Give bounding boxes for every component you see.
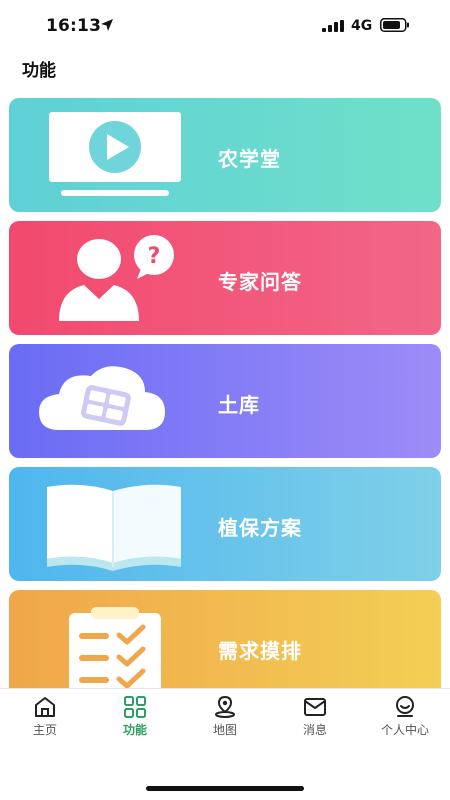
home-icon	[35, 697, 55, 717]
bottom-tab-bar: 主页 功能 地图 消息 个人中心	[0, 688, 450, 800]
mail-icon	[304, 698, 326, 716]
tab-label: 个人中心	[380, 723, 429, 737]
card-expert-qa[interactable]: ? 专家问答	[9, 221, 441, 335]
map-pin-icon	[215, 695, 235, 718]
open-book-icon	[47, 484, 181, 571]
profile-icon	[396, 696, 414, 717]
signal-icon	[322, 20, 344, 32]
network-type: 4G	[351, 18, 373, 34]
tab-functions[interactable]: 功能	[90, 689, 180, 749]
card-label: 植保方案	[218, 516, 302, 540]
grid-icon	[124, 696, 146, 718]
card-soil-database[interactable]: 土库	[9, 344, 441, 458]
card-label: 专家问答	[218, 270, 302, 294]
video-lesson-icon	[49, 112, 181, 196]
svg-text:?: ?	[148, 244, 161, 269]
tab-profile[interactable]: 个人中心	[360, 689, 450, 749]
battery-icon	[380, 18, 409, 32]
status-bar: 16:13 4G	[0, 0, 450, 50]
card-demand-survey[interactable]: 需求摸排	[9, 590, 441, 690]
location-arrow-icon	[101, 19, 113, 31]
card-agri-school[interactable]: 农学堂	[9, 98, 441, 212]
tab-home[interactable]: 主页	[0, 689, 90, 749]
status-time: 16:13	[46, 16, 102, 36]
checklist-clipboard-icon	[69, 607, 161, 690]
home-indicator	[146, 786, 304, 791]
card-label: 土库	[218, 393, 260, 417]
tab-messages[interactable]: 消息	[270, 689, 360, 749]
cloud-database-icon	[39, 366, 165, 430]
page-title: 功能	[22, 61, 56, 81]
card-label: 农学堂	[218, 147, 281, 171]
tab-label: 功能	[122, 723, 147, 737]
tab-map[interactable]: 地图	[180, 689, 270, 749]
expert-question-icon: ?	[59, 235, 174, 321]
tab-label: 地图	[212, 723, 237, 737]
card-plant-protection[interactable]: 植保方案	[9, 467, 441, 581]
tab-label: 主页	[32, 723, 57, 737]
tab-label: 消息	[302, 723, 327, 737]
card-label: 需求摸排	[218, 639, 302, 663]
